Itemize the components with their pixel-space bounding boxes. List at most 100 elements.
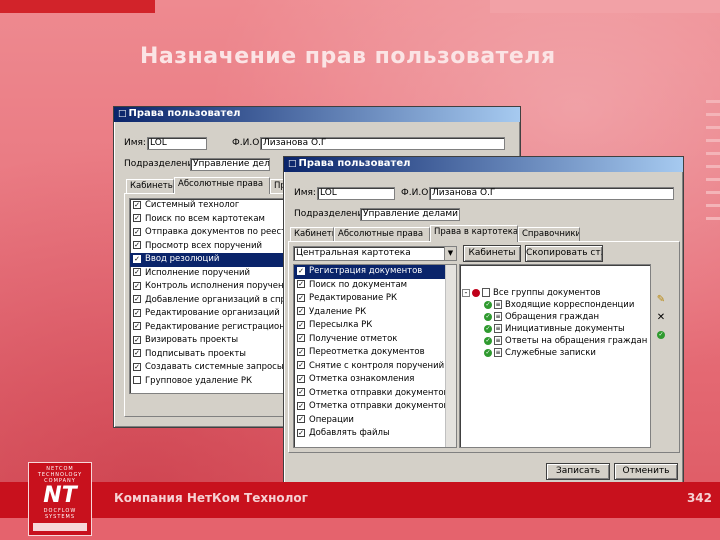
back-right-label: Визировать проекты — [145, 335, 239, 345]
tree-child-node[interactable]: ✓ ≡ Служебные записки — [484, 347, 596, 359]
back-right-item[interactable]: ✓ Контроль исполнения поручений — [130, 280, 288, 294]
checkbox[interactable]: ✓ — [297, 388, 305, 396]
checkbox[interactable]: ✓ — [297, 361, 305, 369]
doc-groups-tree[interactable]: - Все группы документов ✓ ≡ Входящие коррес… — [459, 264, 651, 448]
back-fio-field[interactable]: Лизанова О.Г — [260, 137, 505, 150]
front-right-item[interactable]: ✓ Отметка отправки документов — [294, 400, 456, 414]
front-right-item[interactable]: ✓ Переотметка документов — [294, 346, 456, 360]
cabinets-button[interactable]: Кабинеты — [463, 245, 521, 262]
back-right-item[interactable]: ✓ Добавление организаций в справ — [130, 294, 288, 308]
back-right-item[interactable]: ✓ Поиск по всем картотекам — [130, 213, 288, 227]
card-index-combo[interactable]: Центральная картотека ▼ — [293, 246, 457, 261]
front-right-label: Пересылка РК — [309, 320, 373, 330]
checkbox[interactable]: ✓ — [133, 200, 141, 209]
checkbox[interactable]: ✓ — [133, 268, 141, 276]
tree-child-node[interactable]: ✓ ≡ Инициативные документы — [484, 323, 625, 335]
cancel-button[interactable]: Отменить — [614, 463, 678, 480]
front-dept-field[interactable]: Управление делами — [360, 208, 460, 221]
back-tab-absolute-rights[interactable]: Абсолютные права — [174, 177, 270, 194]
checkbox[interactable]: ✓ — [133, 322, 141, 330]
checkbox[interactable]: ✓ — [297, 320, 305, 329]
front-right-item[interactable]: ✓ Регистрация документов — [294, 265, 456, 279]
company-logo: NETCOM TECHNOLOGY COMPANY NT DOCFLOW SYS… — [28, 462, 92, 536]
front-right-item[interactable]: ✓ Снятие с контроля поручений — [294, 360, 456, 374]
checkbox[interactable]: ✓ — [297, 307, 305, 315]
front-fio-field[interactable]: Лизанова О.Г — [429, 187, 674, 200]
back-right-item[interactable]: ✓ Визировать проекты — [130, 334, 288, 348]
front-tab-directories[interactable]: Справочники — [518, 227, 580, 241]
checkbox[interactable]: ✓ — [133, 254, 141, 263]
checkbox[interactable]: ✓ — [297, 428, 305, 437]
back-right-item[interactable]: Групповое удаление РК — [130, 375, 288, 389]
front-rights-list[interactable]: ✓ Регистрация документов ✓ Поиск по докумен… — [293, 264, 457, 448]
back-tab-cabinets[interactable]: Кабинеты — [126, 179, 174, 193]
front-tab-card-rights[interactable]: Права в картотеках — [430, 225, 518, 242]
checkbox[interactable]: ✓ — [133, 308, 141, 317]
front-right-item[interactable]: ✓ Отметка ознакомления — [294, 373, 456, 387]
checkbox[interactable]: ✓ — [133, 335, 141, 344]
save-button[interactable]: Записать — [546, 463, 610, 480]
checkbox[interactable]: ✓ — [297, 347, 305, 356]
checkbox[interactable]: ✓ — [297, 334, 305, 342]
front-right-item[interactable]: ✓ Получение отметок — [294, 333, 456, 347]
rights-list-scrollbar[interactable] — [445, 265, 456, 447]
check-icon: ✓ — [484, 300, 492, 309]
collapse-icon[interactable]: - — [462, 288, 470, 297]
checkbox[interactable]: ✓ — [297, 293, 305, 302]
checkbox[interactable]: ✓ — [133, 349, 141, 357]
front-right-item[interactable]: ✓ Редактирование РК — [294, 292, 456, 306]
back-right-item[interactable]: ✓ Просмотр всех поручений — [130, 240, 288, 254]
back-right-item[interactable]: ✓ Редактирование организаций в спр — [130, 307, 288, 321]
back-right-label: Добавление организаций в справ — [145, 294, 288, 305]
front-right-label: Удаление РК — [309, 306, 367, 317]
back-right-item[interactable]: ✓ Отправка документов по реестрам — [130, 226, 288, 240]
checkbox[interactable]: ✓ — [133, 214, 141, 222]
front-tabs: Кабинеты Абсолютные права Права в картот… — [290, 225, 680, 242]
new-document-icon[interactable]: ✎ — [655, 294, 667, 306]
checkbox[interactable]: ✓ — [133, 241, 141, 249]
tree-child-label: Ответы на обращения граждан — [505, 336, 648, 346]
back-window-titlebar[interactable]: □ Права пользовател — [114, 107, 520, 122]
front-tab-cabinets[interactable]: Кабинеты — [290, 227, 334, 241]
front-tab-absolute-rights[interactable]: Абсолютные права — [334, 227, 430, 241]
back-right-item[interactable]: ✓ Ввод резолюций — [130, 253, 288, 267]
tree-child-node[interactable]: ✓ ≡ Входящие корреспонденции — [484, 299, 634, 311]
approve-icon[interactable]: ✓ — [655, 330, 667, 342]
checkbox[interactable]: ✓ — [133, 362, 141, 371]
checkbox[interactable]: ✓ — [297, 266, 305, 275]
checkbox[interactable]: ✓ — [133, 295, 141, 303]
back-right-item[interactable]: ✓ Подписывать проекты — [130, 348, 288, 362]
back-right-item[interactable]: ✓ Системный технолог — [130, 199, 288, 213]
front-right-item[interactable]: ✓ Операции — [294, 414, 456, 428]
front-right-item[interactable]: ✓ Отметка отправки документов — [294, 387, 456, 401]
document-icon: ≡ — [494, 348, 502, 357]
front-window-titlebar[interactable]: □ Права пользовател — [284, 157, 683, 172]
checkbox[interactable] — [133, 376, 141, 384]
copy-button[interactable]: Скопировать ст... — [525, 245, 603, 262]
tree-child-node[interactable]: ✓ ≡ Ответы на обращения граждан — [484, 335, 647, 347]
back-right-item[interactable]: ✓ Редактирование регистрационных — [130, 321, 288, 335]
front-right-item[interactable]: ✓ Пересылка РК — [294, 319, 456, 333]
back-dept-field[interactable]: Управление делами — [190, 158, 270, 171]
delete-icon[interactable]: ✕ — [655, 312, 667, 324]
front-right-item[interactable]: ✓ Удаление РК — [294, 306, 456, 320]
back-right-item[interactable]: ✓ Создавать системные запросы — [130, 361, 288, 375]
checkbox[interactable]: ✓ — [133, 227, 141, 236]
back-right-label: Исполнение поручений — [145, 267, 251, 278]
checkbox[interactable]: ✓ — [133, 281, 141, 290]
back-name-field[interactable]: LOL — [147, 137, 207, 150]
tree-root-node[interactable]: - Все группы документов — [462, 287, 600, 299]
back-rights-list[interactable]: ✓ Системный технолог ✓ Поиск по всем картот… — [129, 198, 289, 394]
checkbox[interactable]: ✓ — [297, 415, 305, 423]
chevron-down-icon[interactable]: ▼ — [444, 247, 456, 260]
check-icon: ✓ — [484, 312, 492, 321]
tree-child-node[interactable]: ✓ ≡ Обращения граждан — [484, 311, 599, 323]
checkbox[interactable]: ✓ — [297, 280, 305, 288]
back-right-item[interactable]: ✓ Исполнение поручений — [130, 267, 288, 281]
checkbox[interactable]: ✓ — [297, 374, 305, 383]
front-right-item[interactable]: ✓ Добавлять файлы — [294, 427, 456, 441]
tree-root-label: Все группы документов — [493, 288, 601, 298]
front-name-field[interactable]: LOL — [317, 187, 395, 200]
front-right-item[interactable]: ✓ Поиск по документам — [294, 279, 456, 293]
checkbox[interactable]: ✓ — [297, 401, 305, 410]
